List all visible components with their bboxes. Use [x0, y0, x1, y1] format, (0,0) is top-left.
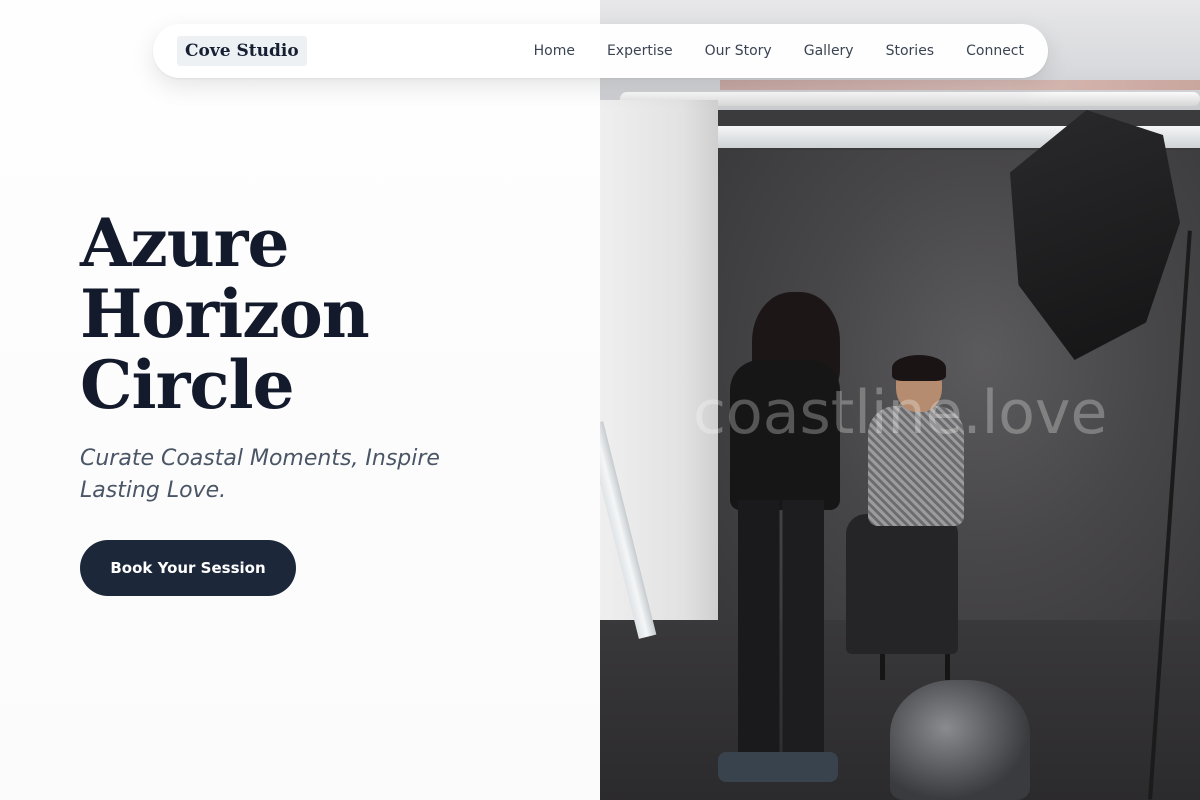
book-session-button[interactable]: Book Your Session [80, 540, 296, 596]
hero-subtitle: Curate Coastal Moments, Inspire Lasting … [80, 446, 440, 503]
nav-link-home[interactable]: Home [534, 43, 575, 59]
photo-photographer-shoes [718, 752, 838, 782]
photo-subject-legs [846, 514, 958, 654]
photo-photographer-legs [738, 500, 824, 770]
watermark-text: coastline.love [693, 378, 1108, 448]
site-logo[interactable]: Cove Studio [177, 36, 307, 66]
photo-bag [890, 680, 1030, 800]
nav-links: Home Expertise Our Story Gallery Stories… [534, 43, 1024, 59]
hero-title-line: Azure [80, 204, 289, 282]
hero-title-line: Circle [80, 346, 295, 424]
nav-link-expertise[interactable]: Expertise [607, 43, 673, 59]
nav-link-stories[interactable]: Stories [886, 43, 935, 59]
hero-title: Azure Horizon Circle [80, 208, 540, 421]
nav-link-connect[interactable]: Connect [966, 43, 1024, 59]
nav-link-gallery[interactable]: Gallery [804, 43, 854, 59]
hero-title-line: Horizon [80, 275, 370, 353]
photo-ceiling-stripe [720, 80, 1200, 90]
nav-link-our-story[interactable]: Our Story [705, 43, 772, 59]
top-navigation: Cove Studio Home Expertise Our Story Gal… [153, 24, 1048, 78]
